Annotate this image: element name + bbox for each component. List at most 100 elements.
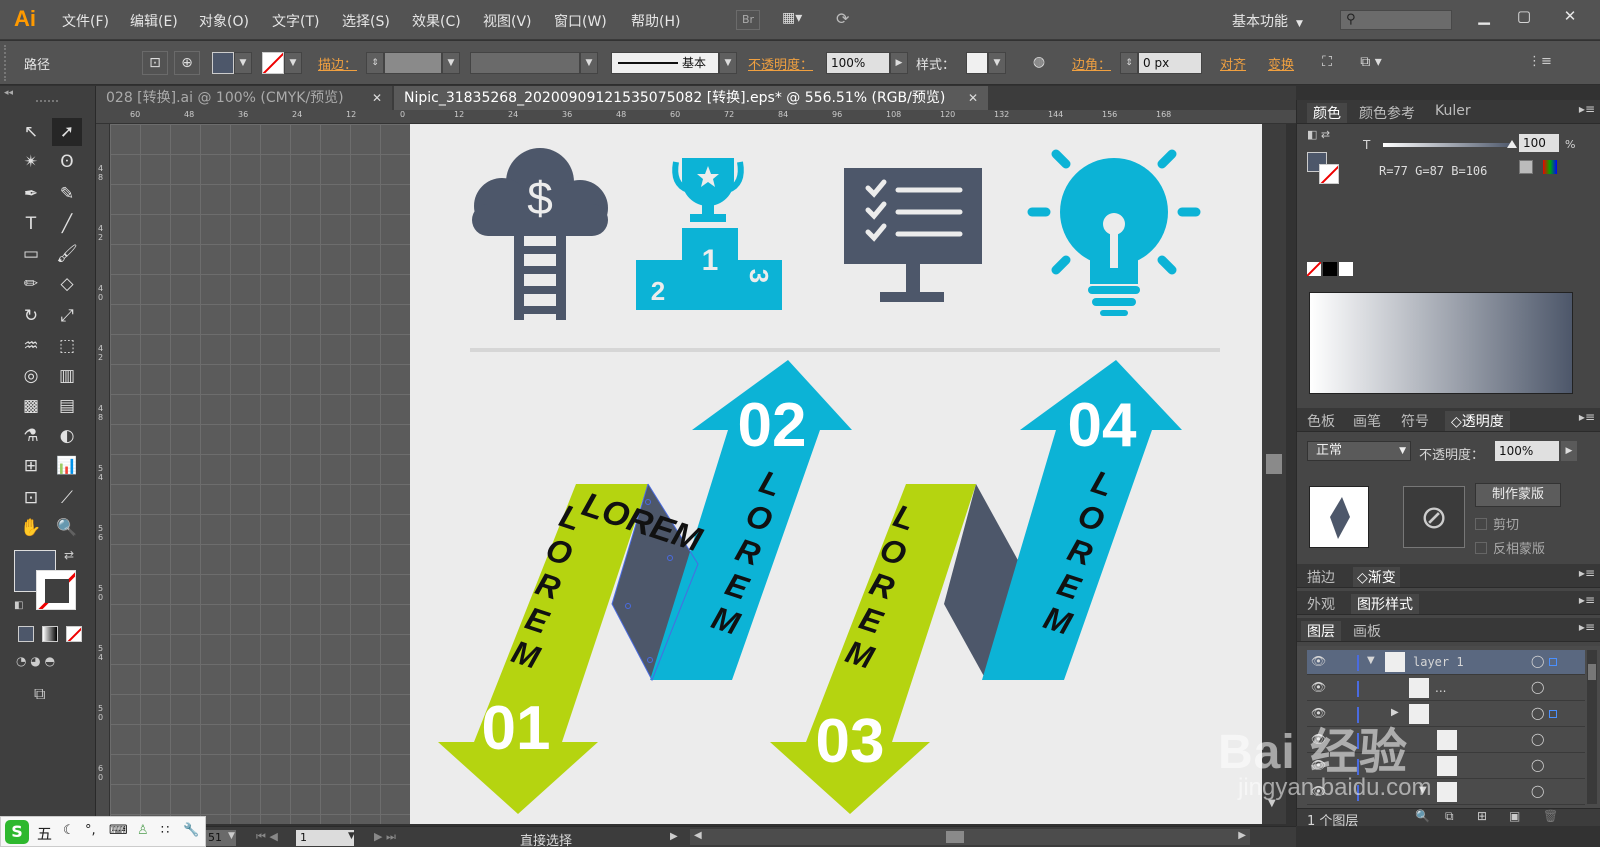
- free-transform-tool[interactable]: ⬚: [52, 332, 82, 360]
- graph-tool[interactable]: ▥: [52, 362, 82, 390]
- ime-logo[interactable]: S: [5, 820, 29, 844]
- eraser-tool[interactable]: ◇: [52, 270, 82, 298]
- target-circle-icon[interactable]: ◯: [1531, 654, 1544, 668]
- current-tool-status[interactable]: 直接选择: [520, 830, 572, 847]
- black-swatch[interactable]: [1323, 262, 1337, 276]
- stroke-label[interactable]: 描边：: [318, 54, 357, 73]
- layer-name[interactable]: layer 1: [1413, 655, 1464, 669]
- gpu-performance-icon[interactable]: ⟳: [836, 9, 849, 28]
- wrench-icon[interactable]: 🔧: [183, 823, 199, 838]
- fill-swatch[interactable]: [212, 52, 234, 74]
- menu-edit[interactable]: 编辑(E): [130, 11, 178, 31]
- layer-row[interactable]: 👁 ▼ layer 1 ◯: [1307, 650, 1585, 675]
- corner-stepper[interactable]: ⇕: [1120, 52, 1138, 74]
- corner-radius-field[interactable]: 0 px: [1138, 52, 1202, 74]
- expand-triangle-icon[interactable]: ▼: [1367, 655, 1375, 666]
- stroke-color-box[interactable]: [36, 570, 76, 610]
- trophy-podium-icon[interactable]: 1 2 3: [636, 158, 782, 310]
- menu-file[interactable]: 文件(F): [62, 11, 109, 31]
- eyedropper-tool[interactable]: ⚗: [16, 422, 46, 450]
- panel-menu-icon[interactable]: ⋮≡: [1528, 54, 1552, 69]
- clipping-mask-icon[interactable]: ⧉: [1445, 809, 1454, 824]
- target-circle-icon[interactable]: ◯: [1531, 732, 1544, 746]
- gradient-tool[interactable]: ▤: [52, 392, 82, 420]
- artboard-dropdown-icon[interactable]: ▼: [348, 831, 355, 841]
- lasso-tool[interactable]: ʘ: [52, 148, 82, 176]
- eye-icon[interactable]: 👁: [1311, 680, 1326, 694]
- tab-layers[interactable]: 图层: [1301, 621, 1341, 641]
- tab-kuler[interactable]: Kuler: [1435, 103, 1471, 119]
- menu-window[interactable]: 窗口(W): [554, 11, 607, 31]
- rotate-tool[interactable]: ↻: [16, 302, 46, 330]
- arrange-button[interactable]: ⧉ ▾: [1350, 51, 1392, 75]
- grip-handle[interactable]: [4, 45, 8, 81]
- none-mode-button[interactable]: [66, 626, 82, 642]
- paintbrush-tool[interactable]: 🖌: [52, 240, 82, 268]
- graphic-style-dropdown[interactable]: ▼: [988, 52, 1006, 74]
- eye-icon[interactable]: 👁: [1311, 654, 1326, 668]
- direct-selection-tool[interactable]: ➚: [52, 118, 82, 146]
- menu-object[interactable]: 对象(O): [199, 11, 249, 31]
- none-swatch[interactable]: [1307, 262, 1321, 276]
- scale-tool[interactable]: ⤢: [52, 302, 82, 330]
- magic-wand-tool[interactable]: ✴: [16, 148, 46, 176]
- slice-tool[interactable]: ⟋: [52, 484, 82, 512]
- vertical-ruler[interactable]: 4 8 4 2 4 0 4 2 4 8 5 4 5 6 5 0 5 4 5 0 …: [96, 124, 110, 824]
- variable-width-field[interactable]: [470, 52, 580, 74]
- blend-tool[interactable]: ◐: [52, 422, 82, 450]
- color-spectrum[interactable]: [1309, 292, 1573, 394]
- mask-thumbnail[interactable]: ⊘: [1403, 486, 1465, 548]
- pen-tool[interactable]: ✒: [16, 180, 46, 208]
- layers-scroll-thumb[interactable]: [1588, 664, 1596, 680]
- invert-mask-checkbox[interactable]: 反相蒙版: [1475, 538, 1545, 557]
- tab-brushes[interactable]: 画笔: [1353, 411, 1381, 431]
- panel-menu-icon[interactable]: ▸≡: [1579, 566, 1595, 580]
- layer-row[interactable]: 👁 ... ◯: [1307, 676, 1585, 701]
- stroke-swatch[interactable]: [262, 52, 284, 74]
- tab-color[interactable]: 颜色: [1307, 103, 1347, 123]
- default-colors-icon[interactable]: ◧: [14, 600, 23, 611]
- status-menu-arrow-icon[interactable]: ▶: [670, 831, 678, 842]
- new-layer-icon[interactable]: ▣: [1509, 809, 1520, 823]
- target-circle-icon[interactable]: ◯: [1531, 758, 1544, 772]
- ime-mode[interactable]: 五: [37, 823, 52, 844]
- close-icon[interactable]: ✕: [372, 86, 382, 110]
- menu-type[interactable]: 文字(T): [272, 11, 319, 31]
- selection-indicator[interactable]: [1549, 658, 1557, 666]
- corner-label[interactable]: 边角：: [1072, 54, 1111, 73]
- tab-swatches[interactable]: 色板: [1307, 411, 1335, 431]
- menu-help[interactable]: 帮助(H): [631, 11, 680, 31]
- panel-opacity-field[interactable]: 100%: [1495, 441, 1559, 461]
- column-graph-tool[interactable]: 📊: [52, 452, 82, 480]
- tab-transparency[interactable]: ◇透明度: [1445, 411, 1510, 431]
- help-search-input[interactable]: ⚲: [1340, 10, 1452, 30]
- swap-fill-stroke-icon[interactable]: ⇄: [64, 548, 74, 562]
- scroll-left-arrow-icon[interactable]: ◀: [694, 830, 702, 841]
- menu-effect[interactable]: 效果(C): [412, 11, 461, 31]
- hand-tool[interactable]: ✋: [16, 514, 46, 542]
- tab-document-1[interactable]: 028 [转换].ai @ 100% (CMYK/预览) ✕: [96, 86, 392, 110]
- recolor-artwork-button[interactable]: ◍: [1026, 51, 1052, 75]
- tab-document-2[interactable]: Nipic_31835268_20200909121535075082 [转换]…: [394, 86, 988, 110]
- tab-graphic-styles[interactable]: 图形样式: [1351, 594, 1419, 614]
- close-icon[interactable]: ✕: [968, 86, 978, 110]
- opacity-label[interactable]: 不透明度：: [748, 54, 813, 73]
- panel-stroke-swatch[interactable]: [1319, 164, 1339, 184]
- blend-mode-select[interactable]: 正常 ▼: [1307, 441, 1411, 461]
- menu-select[interactable]: 选择(S): [342, 11, 390, 31]
- tab-artboards[interactable]: 画板: [1353, 621, 1381, 641]
- cloud-ladder-icon[interactable]: $: [472, 148, 608, 320]
- rectangle-tool[interactable]: ▭: [16, 240, 46, 268]
- panel-menu-icon[interactable]: ▸≡: [1579, 620, 1595, 634]
- menu-view[interactable]: 视图(V): [483, 11, 532, 31]
- panel-menu-icon[interactable]: ▸≡: [1579, 593, 1595, 607]
- make-mask-button[interactable]: 制作蒙版: [1475, 483, 1561, 507]
- close-window-button[interactable]: ✕: [1550, 4, 1590, 28]
- pencil-tool[interactable]: ✏: [16, 270, 46, 298]
- draw-mode-buttons[interactable]: ◔ ◕ ◓: [16, 654, 86, 672]
- next-page-icon[interactable]: ▶ ⏭: [374, 830, 396, 844]
- light-bulb-icon[interactable]: [1027, 149, 1201, 316]
- isolate-button[interactable]: ⊕: [174, 51, 200, 75]
- new-sublayer-icon[interactable]: ⊞: [1477, 809, 1487, 823]
- anchor-convert-button[interactable]: ⊡: [142, 51, 168, 75]
